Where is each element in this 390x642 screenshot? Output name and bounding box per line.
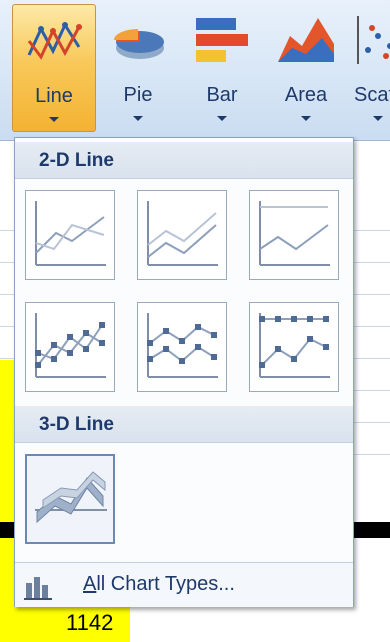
bar-chart-button[interactable]: Bar xyxy=(180,4,264,132)
scatter-chart-button[interactable]: Scat xyxy=(348,4,390,132)
thumbnail-100-percent-stacked-line[interactable] xyxy=(249,190,339,280)
thumbnail-stacked-line[interactable] xyxy=(137,190,227,280)
thumbnail-line[interactable] xyxy=(25,190,115,280)
all-chart-types-link[interactable]: All Chart Types... xyxy=(15,562,353,607)
thumbnail-stacked-line-with-markers[interactable] xyxy=(137,302,227,392)
line-chart-button[interactable]: Line xyxy=(12,4,96,132)
cell-value[interactable]: 1142 xyxy=(66,610,113,636)
bar-button-label: Bar xyxy=(206,84,238,106)
section-header-3d-line: 3-D Line xyxy=(15,406,353,443)
100-percent-stacked-line-with-markers-thumbnail-icon xyxy=(259,313,330,378)
bar-chart-icon xyxy=(196,18,248,62)
thumbnail-line-with-markers[interactable] xyxy=(25,302,115,392)
line-chart-gallery: 2-D Line 3-D Line All Chart Types... xyxy=(14,137,354,607)
area-button-label: Area xyxy=(284,84,328,106)
scatter-button-label: Scat xyxy=(354,84,390,106)
line-thumbnail-icon xyxy=(35,201,106,266)
line-button-label: Line xyxy=(35,85,73,107)
pie-chart-button[interactable]: Pie xyxy=(96,4,180,132)
chevron-down-icon xyxy=(373,116,383,121)
chevron-down-icon xyxy=(301,116,311,121)
access-key-letter: A xyxy=(83,573,97,595)
scatter-chart-icon xyxy=(357,16,390,64)
section-2d-label: 2-D Line xyxy=(39,150,114,171)
area-chart-button[interactable]: Area xyxy=(264,4,348,132)
line-with-markers-thumbnail-icon xyxy=(35,313,106,378)
chevron-down-icon xyxy=(217,116,227,121)
3d-line-thumbnail-icon xyxy=(35,471,107,524)
line-chart-icon xyxy=(27,21,82,60)
stacked-line-thumbnail-icon xyxy=(147,201,218,266)
chevron-down-icon xyxy=(49,117,59,122)
insert-charts-ribbon: Line Pie Bar Area Sca xyxy=(0,0,390,141)
all-chart-types-icon xyxy=(24,577,52,600)
stacked-line-with-markers-thumbnail-icon xyxy=(147,313,218,378)
section-header-2d-line: 2-D Line xyxy=(15,142,353,179)
thumbnail-3d-line[interactable] xyxy=(25,454,115,544)
all-chart-types-label: All Chart Types... xyxy=(83,573,235,596)
chevron-down-icon xyxy=(133,116,143,121)
pie-button-label: Pie xyxy=(123,84,153,106)
100-percent-stacked-line-thumbnail-icon xyxy=(259,201,330,266)
area-chart-icon xyxy=(278,18,334,62)
section-3d-label: 3-D Line xyxy=(39,414,114,435)
all-chart-types-text: ll Chart Types... xyxy=(96,573,235,595)
pie-chart-icon xyxy=(114,29,164,59)
thumbnail-100-percent-stacked-line-with-markers[interactable] xyxy=(249,302,339,392)
